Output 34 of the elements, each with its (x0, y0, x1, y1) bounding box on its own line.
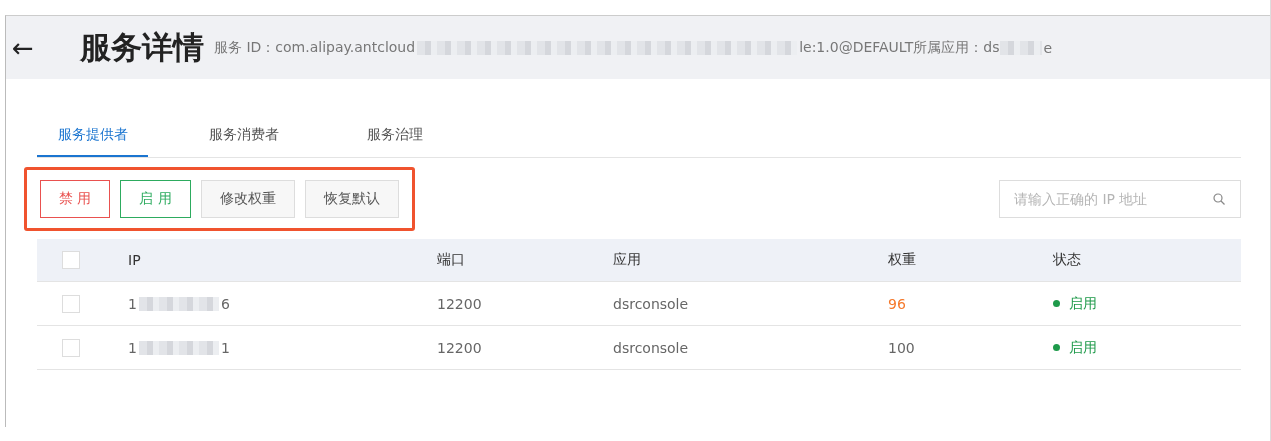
page-title: 服务详情 (80, 27, 204, 67)
table-cell: dsrconsole (613, 339, 689, 356)
table-cell: 100 (888, 339, 915, 356)
table-cell: dsrconsole (613, 295, 689, 312)
table-cell: 12200 (437, 339, 482, 356)
checkbox[interactable] (62, 251, 80, 269)
table-cell: 6 (220, 295, 230, 312)
search-icon (1213, 193, 1225, 205)
status-text: 启用 (1069, 294, 1097, 313)
status-text: 启用 (1069, 338, 1097, 357)
checkbox[interactable] (62, 294, 80, 313)
tab[interactable]: 服务治理 (339, 117, 450, 157)
checkbox[interactable] (62, 338, 80, 357)
tab[interactable]: 服务提供者 (37, 117, 148, 157)
tab[interactable]: 服务消费者 (188, 117, 299, 157)
service-id-text: le:1.0@DEFAULT所属应用：ds (799, 38, 1000, 57)
redacted-text (1000, 40, 1043, 55)
table-cell: 12200 (437, 295, 482, 312)
column-header: 权重 (888, 251, 916, 267)
table-cell: 96 (888, 295, 906, 312)
service-id-text: 服务 ID：com.alipay.antcloud (214, 38, 416, 57)
back-button[interactable]: ← (12, 32, 72, 63)
action-button[interactable]: 禁 用 (40, 180, 111, 218)
column-header: 端口 (437, 251, 465, 267)
column-header: 应用 (613, 251, 641, 267)
table-cell: 1 (220, 339, 230, 356)
app-name-text: e (1043, 39, 1053, 56)
search-field[interactable]: 请输入正确的 IP 地址 (999, 180, 1241, 218)
table-cell: 1 (128, 295, 137, 312)
column-header: IP (128, 252, 141, 268)
table-cell: 1 (128, 339, 137, 356)
column-header: 状态 (1053, 251, 1081, 267)
action-button[interactable]: 修改权重 (200, 180, 295, 218)
action-button[interactable]: 恢复默认 (304, 180, 399, 218)
